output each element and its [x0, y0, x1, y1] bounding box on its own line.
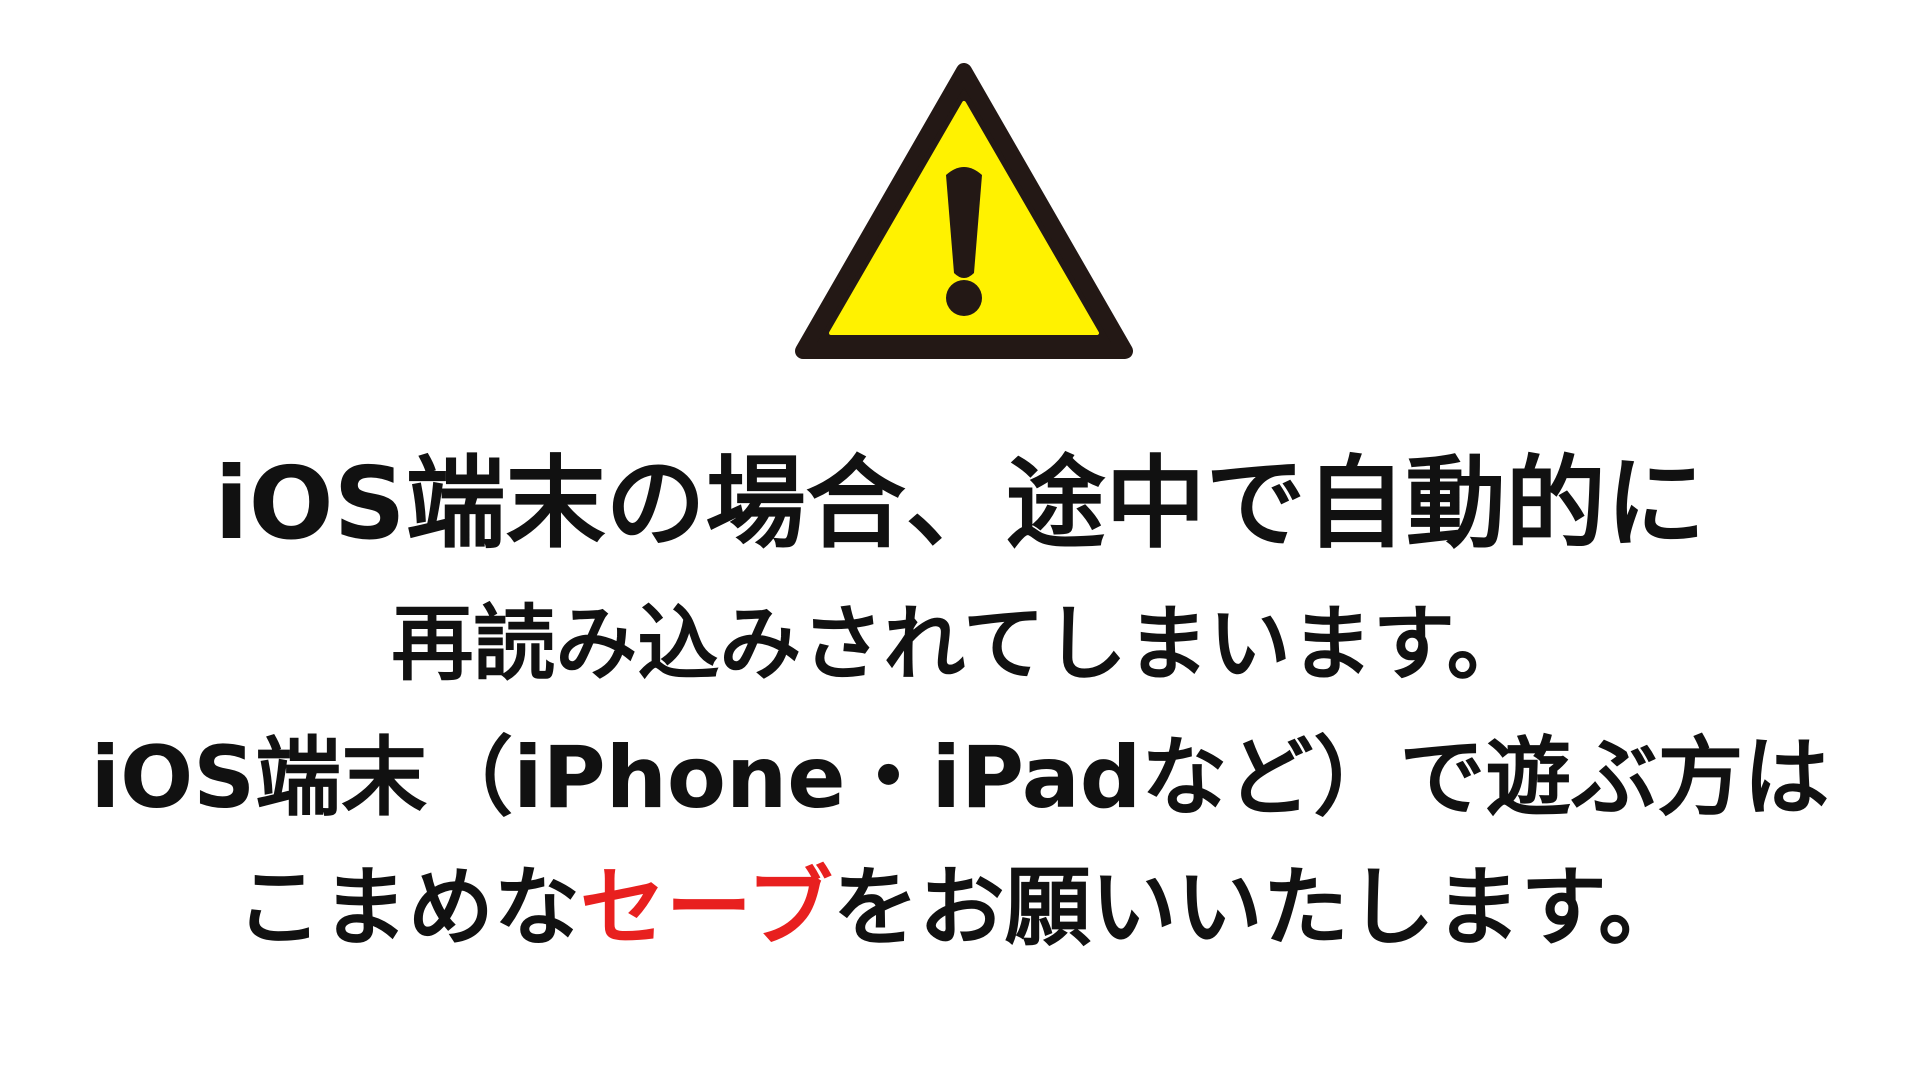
warning-page: iOS端末の場合、途中で自動的に 再読み込みされてしまいます。 iOS端末（iP…	[0, 0, 1920, 1080]
save-highlight-text: セーブ	[579, 858, 833, 958]
message-line-4-before: こまめな	[235, 858, 580, 958]
warning-triangle-graphic	[795, 63, 1133, 359]
message-line-2: 再読み込みされてしまいます。	[391, 597, 1529, 692]
message-line-3: iOS端末（iPhone・iPadなど）で遊ぶ方は	[90, 728, 1830, 828]
message-line-4: こまめなセーブをお願いいたします。	[0, 855, 1920, 961]
exclamation-dot	[946, 280, 982, 316]
warning-icon	[795, 63, 1133, 361]
message-line-4-after: をお願いいたします。	[832, 858, 1685, 958]
message-line-1: iOS端末の場合、途中で自動的に	[214, 445, 1706, 562]
